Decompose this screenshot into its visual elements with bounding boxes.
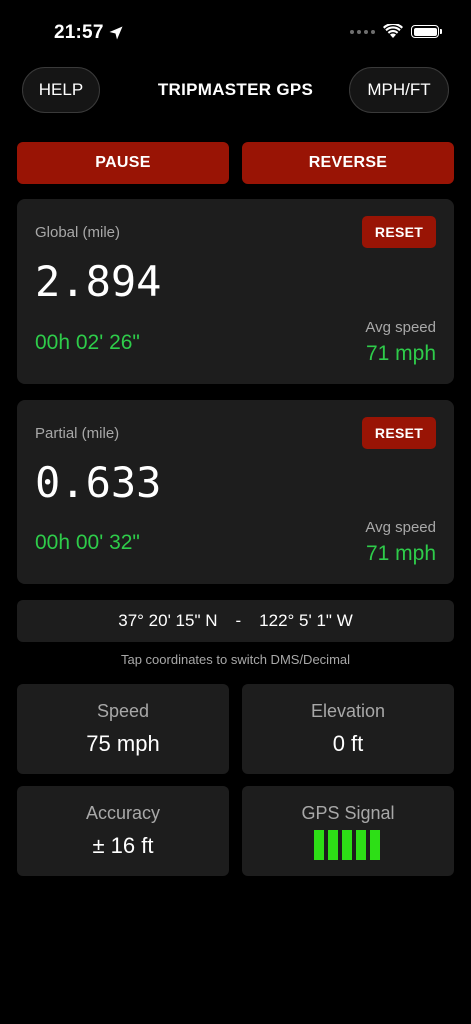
gps-signal-bar	[314, 830, 324, 860]
cellular-dots-icon	[350, 29, 375, 34]
gps-signal-bar	[328, 830, 338, 860]
coordinates-toggle[interactable]: 37° 20' 15" N - 122° 5' 1" W	[17, 600, 454, 642]
location-arrow-icon	[109, 26, 123, 40]
coordinates-hint: Tap coordinates to switch DMS/Decimal	[120, 652, 351, 667]
longitude-value: 122° 5' 1" W	[259, 611, 353, 630]
speed-tile: Speed 75 mph	[17, 684, 229, 774]
global-avg-speed-value: 71 mph	[365, 342, 436, 365]
global-avg-speed-label: Avg speed	[365, 319, 436, 336]
gps-signal-bar	[370, 830, 380, 860]
wifi-icon	[383, 24, 403, 38]
gps-signal-bar	[356, 830, 366, 860]
help-button[interactable]: HELP	[22, 67, 100, 113]
pause-button[interactable]: PAUSE	[17, 142, 229, 184]
status-bar-right	[350, 24, 442, 39]
elevation-tile: Elevation 0 ft	[242, 684, 454, 774]
battery-icon	[411, 25, 442, 38]
elevation-label: Elevation	[310, 701, 386, 721]
global-elapsed-time: 00h 02' 26"	[35, 331, 140, 354]
units-toggle-button[interactable]: MPH/FT	[349, 67, 449, 113]
page-title: TRIPMASTER GPS	[157, 80, 314, 99]
reverse-button[interactable]: REVERSE	[242, 142, 454, 184]
partial-avg-speed-label: Avg speed	[365, 519, 436, 536]
gps-signal-bars-icon	[314, 830, 380, 860]
partial-reset-button[interactable]: RESET	[362, 417, 436, 449]
partial-elapsed-time: 00h 00' 32"	[35, 531, 140, 554]
accuracy-value: ± 16 ft	[92, 833, 154, 858]
partial-label: Partial (mile)	[35, 425, 120, 442]
status-bar-time: 21:57	[54, 22, 124, 44]
gps-signal-label: GPS Signal	[301, 803, 395, 823]
gps-signal-tile: GPS Signal	[242, 786, 454, 876]
accuracy-tile: Accuracy ± 16 ft	[17, 786, 229, 876]
global-reset-button[interactable]: RESET	[362, 216, 436, 248]
coordinate-separator: -	[235, 611, 242, 630]
global-label: Global (mile)	[35, 224, 121, 241]
gps-signal-bar	[342, 830, 352, 860]
partial-trip-card: Partial (mile) RESET 0.633 00h 00' 32" A…	[17, 400, 454, 584]
partial-avg-speed-value: 71 mph	[365, 542, 436, 565]
speed-value: 75 mph	[86, 731, 160, 756]
speed-label: Speed	[96, 701, 150, 721]
accuracy-label: Accuracy	[85, 803, 161, 823]
global-trip-card: Global (mile) RESET 2.894 00h 02' 26" Av…	[17, 199, 454, 384]
latitude-value: 37° 20' 15" N	[118, 611, 218, 630]
global-distance: 2.894	[35, 257, 162, 306]
elevation-value: 0 ft	[332, 731, 364, 756]
status-time: 21:57	[54, 22, 104, 43]
partial-distance: 0.633	[35, 458, 162, 507]
